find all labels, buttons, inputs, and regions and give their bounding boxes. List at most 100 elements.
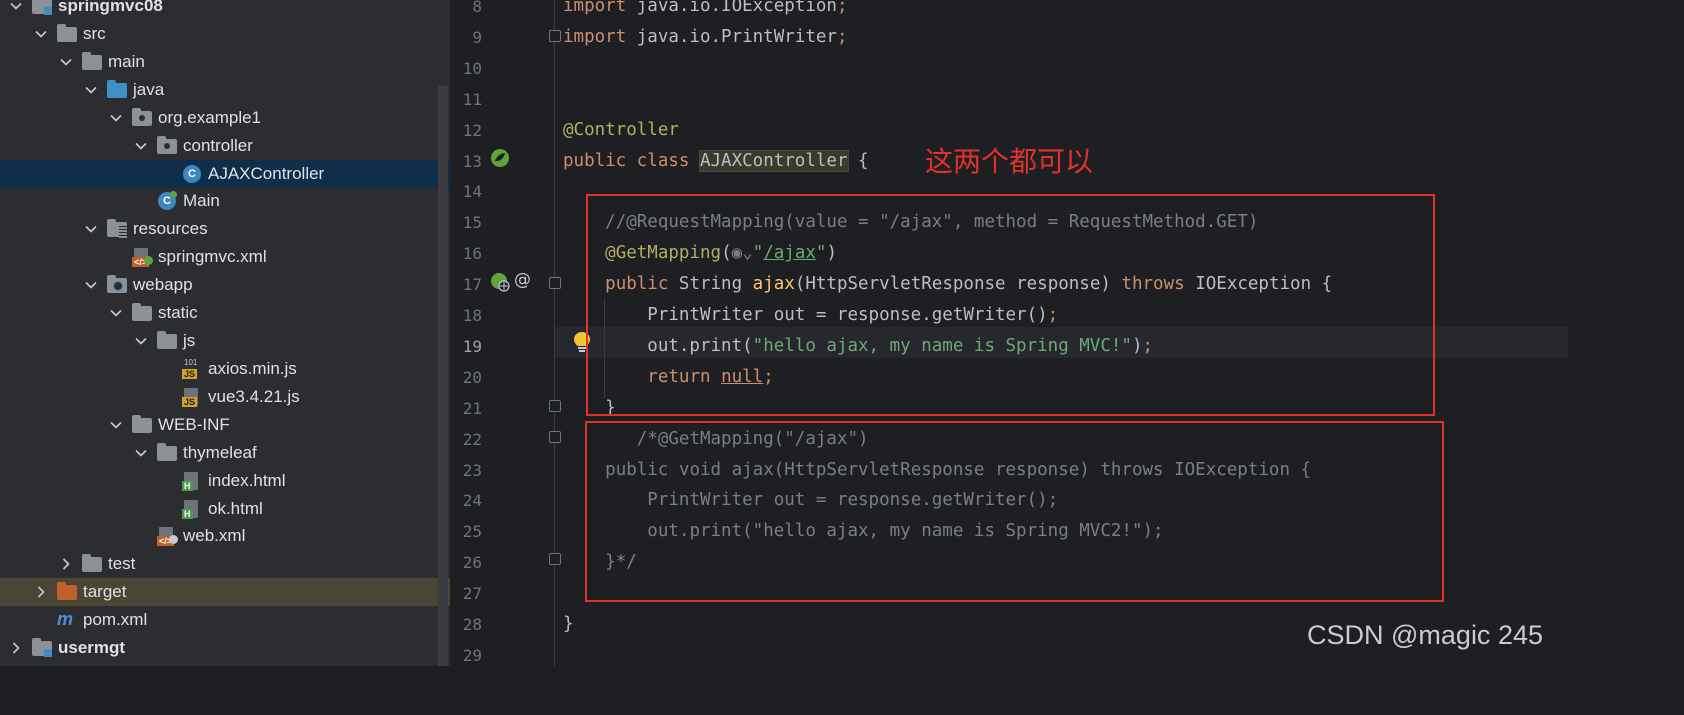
chevron-down-icon[interactable] xyxy=(8,0,24,14)
package-icon xyxy=(132,107,152,127)
chevron-down-icon[interactable] xyxy=(108,417,124,433)
tree-item-label: resources xyxy=(133,219,208,239)
chevron-down-icon[interactable] xyxy=(33,26,49,42)
code-line[interactable]: import java.io.IOException; xyxy=(563,0,847,22)
line-number: 12 xyxy=(462,120,482,140)
tree-item-label: js xyxy=(183,331,196,351)
tree-item[interactable]: webapp xyxy=(0,271,450,299)
excluded-folder-icon xyxy=(57,582,77,601)
folder-icon xyxy=(132,414,152,434)
tree-item[interactable]: src xyxy=(0,20,450,48)
spring-bean-icon[interactable] xyxy=(489,147,511,169)
fold-marker[interactable] xyxy=(549,30,561,42)
code-line[interactable]: public class AJAXController { xyxy=(563,146,869,177)
chevron-right-icon[interactable] xyxy=(8,640,24,656)
line-number: 17 xyxy=(462,275,482,295)
js-file-icon: JS xyxy=(182,387,202,407)
tree-item[interactable]: C Main xyxy=(0,187,450,215)
tree-item-label: test xyxy=(108,554,136,574)
line-number: 24 xyxy=(462,491,482,511)
spring-web-endpoint-icon[interactable] xyxy=(489,271,511,293)
js-min-file-icon: 101 JS xyxy=(182,357,198,379)
html-file-icon: H xyxy=(182,499,202,519)
tree-item[interactable]: C AJAXController xyxy=(0,159,450,188)
tree-item-label: springmvc08 xyxy=(58,0,163,15)
chevron-down-icon[interactable] xyxy=(108,110,124,126)
tree-item[interactable]: static xyxy=(0,299,450,327)
line-number: 19 xyxy=(462,336,482,356)
tree-item[interactable]: target xyxy=(0,578,450,607)
folder-icon xyxy=(57,23,77,43)
tree-item[interactable]: 101 JS axios.min.js xyxy=(0,355,450,383)
tree-item-label: main xyxy=(108,51,145,71)
tree-item[interactable]: WEB-INF xyxy=(0,411,450,439)
chevron-down-icon[interactable] xyxy=(133,445,149,461)
line-number: 29 xyxy=(462,645,482,665)
tree-item-label: target xyxy=(83,582,127,602)
fold-marker[interactable] xyxy=(549,431,561,443)
tree-item[interactable]: controller xyxy=(0,132,450,160)
tree-item[interactable]: </> web.xml xyxy=(0,522,450,550)
tree-item-label: controller xyxy=(183,135,253,155)
chevron-down-icon[interactable] xyxy=(133,333,149,349)
chevron-down-icon[interactable] xyxy=(133,138,149,154)
line-number: 25 xyxy=(462,522,482,542)
tree-item[interactable]: </> springmvc.xml xyxy=(0,243,450,271)
line-number: 20 xyxy=(462,367,482,387)
module-folder-icon xyxy=(32,638,52,658)
tree-item[interactable]: Hindex.html xyxy=(0,467,450,495)
chevron-right-icon[interactable] xyxy=(33,584,49,600)
fold-marker[interactable] xyxy=(549,553,561,565)
tree-item-label: ok.html xyxy=(208,498,263,518)
tree-item[interactable]: resources xyxy=(0,215,450,243)
fold-marker[interactable] xyxy=(549,277,561,289)
line-number: 8 xyxy=(472,0,482,16)
maven-icon: m xyxy=(57,609,74,630)
tree-item-label: pom.xml xyxy=(83,610,148,630)
chevron-down-icon[interactable] xyxy=(108,305,124,321)
chevron-down-icon[interactable] xyxy=(83,277,99,293)
chevron-right-icon[interactable] xyxy=(58,556,74,572)
tree-item-label: axios.min.js xyxy=(208,358,297,378)
fold-marker[interactable] xyxy=(549,400,561,412)
web-folder-icon xyxy=(107,275,127,294)
tree-item[interactable]: usermgt xyxy=(0,634,450,662)
project-tree-scrollbar[interactable] xyxy=(438,86,448,666)
tree-item[interactable]: java xyxy=(0,76,450,104)
tree-item-label: vue3.4.21.js xyxy=(208,386,300,406)
tree-item-label: Main xyxy=(183,191,220,211)
chevron-down-icon[interactable] xyxy=(83,221,99,237)
tree-item[interactable]: springmvc08 xyxy=(0,0,450,20)
code-line[interactable]: import java.io.PrintWriter; xyxy=(563,22,847,53)
class-icon: C xyxy=(182,164,202,183)
chevron-down-icon[interactable] xyxy=(58,54,74,70)
line-number: 10 xyxy=(462,58,482,78)
tree-item-label: static xyxy=(158,303,198,323)
tree-item-label: thymeleaf xyxy=(183,442,257,462)
tree-item[interactable]: m pom.xml xyxy=(0,606,450,634)
folder-icon xyxy=(157,442,177,462)
package-icon xyxy=(157,135,177,155)
tree-item[interactable]: org.example1 xyxy=(0,104,450,132)
line-number: 14 xyxy=(462,182,482,202)
code-line[interactable]: } xyxy=(563,609,574,640)
tree-item[interactable]: Hok.html xyxy=(0,495,450,523)
line-number: 27 xyxy=(462,584,482,604)
tree-item[interactable]: JS vue3.4.21.js xyxy=(0,383,450,411)
tree-item[interactable]: thymeleaf xyxy=(0,439,450,467)
tree-item[interactable]: test xyxy=(0,550,450,578)
tree-item-label: usermgt xyxy=(58,638,126,658)
code-line[interactable]: @Controller xyxy=(563,115,679,146)
tree-item[interactable]: main xyxy=(0,48,450,76)
tree-item-label: index.html xyxy=(208,470,286,490)
chevron-down-icon[interactable] xyxy=(83,82,99,98)
line-number: 11 xyxy=(462,89,482,109)
annotation-box-commented-method xyxy=(585,421,1444,602)
tree-item[interactable]: js xyxy=(0,327,450,355)
annotation-at-icon[interactable]: @ xyxy=(514,270,531,290)
